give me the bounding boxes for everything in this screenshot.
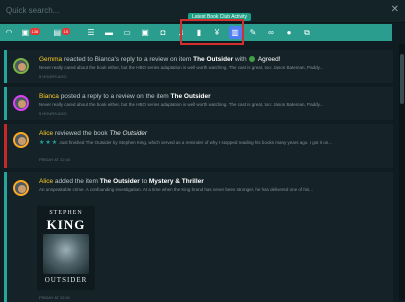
avatar[interactable]	[13, 132, 29, 148]
bell-icon: ▣	[21, 28, 30, 37]
link-icon[interactable]: ∞	[265, 26, 278, 39]
activity-headline: Alice reviewed the book The Outsider	[39, 130, 147, 137]
users-icon[interactable]: ⧉	[301, 26, 314, 39]
activity-action: reacted to Bianca's reply to a review on…	[63, 56, 192, 63]
item-link[interactable]: The Outsider	[193, 56, 233, 63]
activity-preview: An unspeakable crime. A confounding inve…	[39, 187, 313, 192]
document-icon[interactable]: ▭	[121, 26, 134, 39]
activity-action: reviewed the book	[54, 130, 108, 137]
activity-action: posted a reply to a review on the item	[60, 93, 169, 100]
pencil-icon[interactable]: ✎	[247, 26, 260, 39]
activity-suffix: to	[141, 178, 148, 185]
close-icon[interactable]: ✕	[391, 4, 399, 15]
category-link[interactable]: Mystery & Thriller	[149, 178, 204, 185]
activity-action: added the item	[54, 178, 98, 185]
comments-icon[interactable]: ▬	[103, 26, 116, 39]
annotation-highlight	[180, 19, 244, 45]
activity-headline: Bianca posted a reply to a review on the…	[39, 93, 211, 100]
notifications-filter[interactable]: ▣ 138	[21, 26, 48, 39]
cover-author-first: STEPHEN	[49, 210, 83, 216]
user-icon[interactable]: ●	[283, 26, 296, 39]
cover-title: OUTSIDER	[44, 276, 88, 284]
item-link[interactable]: The Outsider	[100, 178, 140, 185]
rating-stars: ★★★	[39, 140, 59, 146]
search-input[interactable]: Quick search...	[6, 6, 59, 15]
avatar[interactable]	[13, 95, 29, 111]
reaction-label: Agreed!	[257, 56, 281, 63]
video-icon[interactable]: ▣	[139, 26, 152, 39]
chat-icon: ▤	[53, 28, 62, 37]
actor-name[interactable]: Alice	[39, 178, 53, 185]
book-cover-image[interactable]: STEPHEN KING OUTSIDER	[37, 206, 95, 290]
item-link[interactable]: The Outsider	[109, 130, 147, 137]
messages-badge: 15	[61, 28, 70, 35]
cover-author-last: KING	[46, 217, 86, 232]
actor-name[interactable]: Alice	[39, 130, 53, 137]
item-link[interactable]: The Outsider	[171, 93, 211, 100]
avatar[interactable]	[13, 58, 29, 74]
notifications-badge: 138	[29, 28, 41, 35]
list-item[interactable]: Gemma reacted to Bianca's reply to a rev…	[4, 50, 393, 83]
activity-suffix: with	[235, 56, 247, 63]
list-item[interactable]: Alice added the item The Outsider to Mys…	[4, 172, 393, 302]
activity-headline: Gemma reacted to Bianca's reply to a rev…	[39, 56, 281, 63]
activity-preview: Never really cared about the book either…	[39, 65, 324, 70]
messages-filter[interactable]: ▤ 15	[53, 26, 80, 39]
review-rating-line: ★★★ Just finished The Outsider by Stephe…	[39, 139, 389, 146]
agreed-reaction-icon	[249, 56, 256, 63]
timestamp: 5 HOURS AGO	[39, 111, 67, 116]
list-item[interactable]: Bianca posted a reply to a review on the…	[4, 87, 393, 120]
cover-illustration	[43, 234, 89, 274]
timestamp: FRIDAY AT 22:01	[39, 295, 71, 300]
timestamp: FRIDAY AT 22:44	[39, 157, 71, 162]
wifi-icon[interactable]: ◠	[3, 26, 16, 39]
list-icon[interactable]: ☰	[85, 26, 98, 39]
activity-headline: Alice added the item The Outsider to Mys…	[39, 178, 204, 185]
timestamp: 5 HOURS AGO	[39, 74, 67, 79]
list-item[interactable]: Alice reviewed the book The Outsider ★★★…	[4, 124, 393, 168]
scrollbar[interactable]	[399, 44, 405, 300]
activity-preview: Just finished The Outsider by Stephen Ki…	[59, 140, 332, 145]
activity-preview: Never really cared about the book either…	[39, 102, 324, 107]
avatar[interactable]	[13, 180, 29, 196]
actor-name[interactable]: Gemma	[39, 56, 62, 63]
actor-name[interactable]: Bianca	[39, 93, 59, 100]
scrollbar-thumb[interactable]	[400, 54, 404, 104]
gamepad-icon[interactable]: ◘	[157, 26, 170, 39]
